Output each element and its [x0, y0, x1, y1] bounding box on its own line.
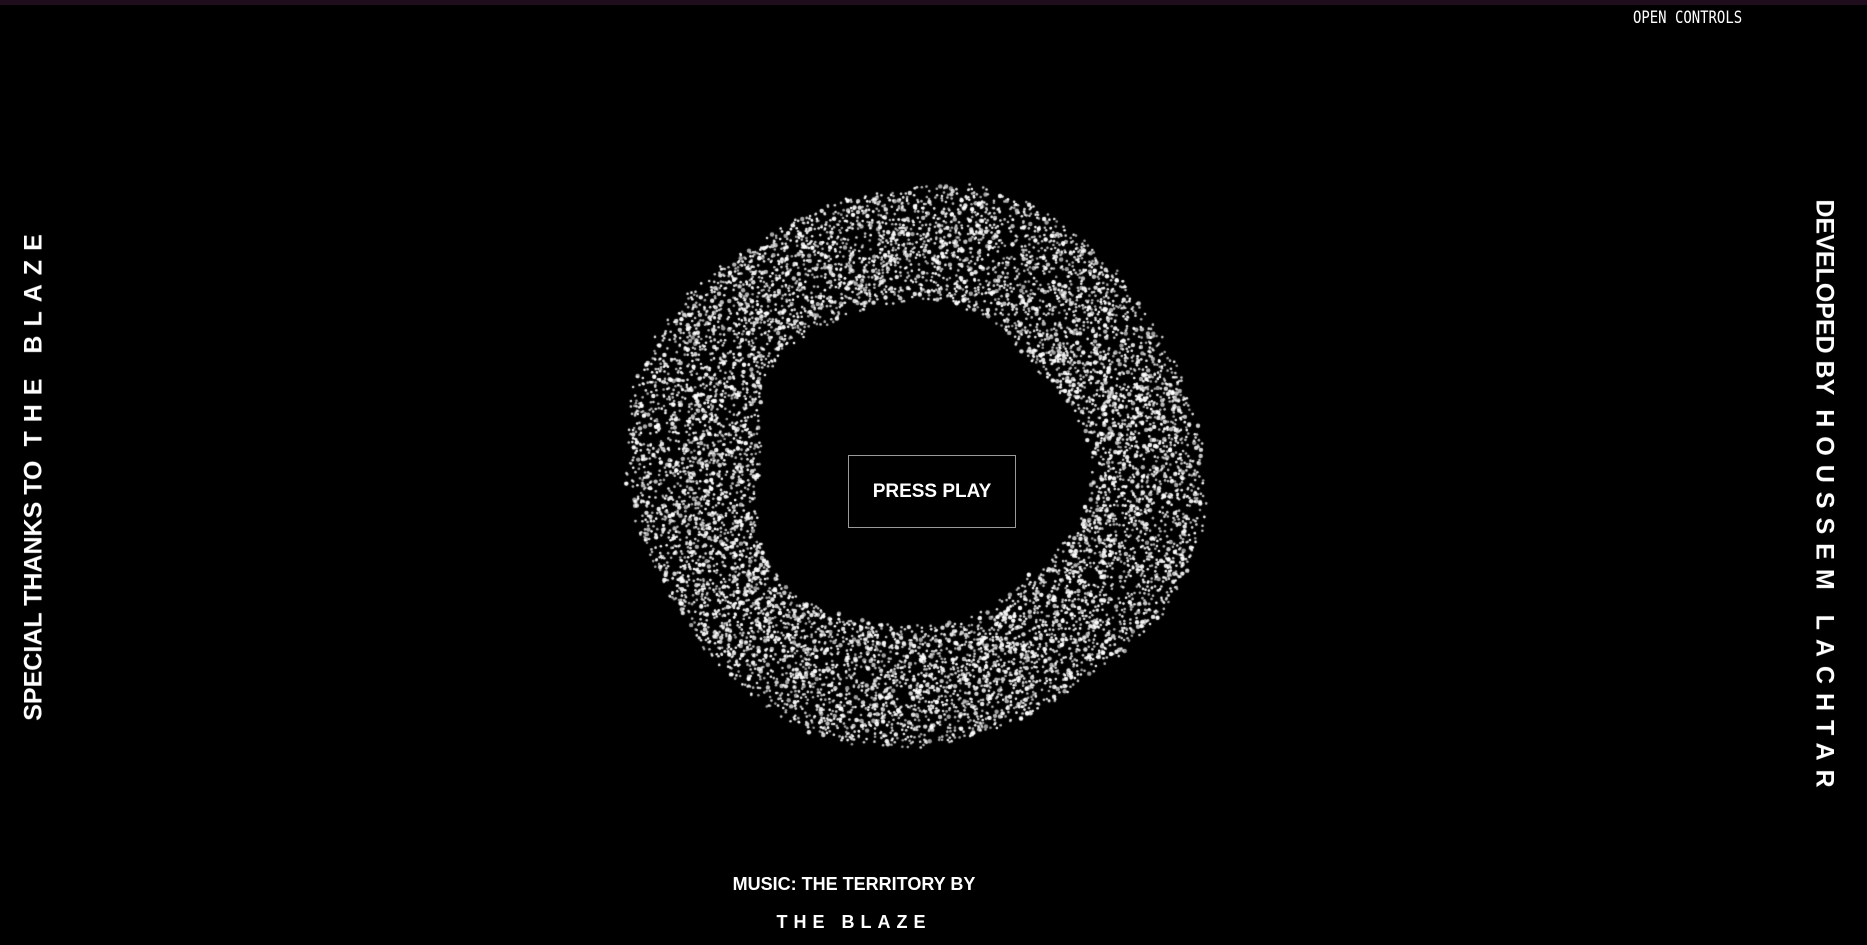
developer-name: HOUSSEM LACHTAR — [1810, 409, 1839, 797]
press-play-label: PRESS PLAY — [872, 480, 992, 502]
special-thanks-name: THE BLAZE — [19, 225, 48, 447]
special-thanks-credit: SPECIAL THANKS TO THE BLAZE — [20, 225, 49, 721]
open-controls-button[interactable]: OPEN CONTROLS — [1633, 8, 1742, 28]
music-artist: THE BLAZE — [776, 912, 932, 932]
press-play-button[interactable]: PRESS PLAY — [848, 455, 1016, 528]
developer-prefix: DEVELOPED BY — [1810, 199, 1839, 396]
special-thanks-prefix: SPECIAL THANKS TO — [19, 460, 48, 721]
visualizer-page: OPEN CONTROLS PRESS PLAY SPECIAL THANKS … — [0, 0, 1867, 945]
music-credit: MUSIC: THE TERRITORY BY THE BLAZE — [729, 874, 979, 933]
developer-credit: DEVELOPED BY HOUSSEM LACHTAR — [1810, 199, 1839, 796]
music-title: MUSIC: THE TERRITORY BY — [732, 874, 976, 894]
